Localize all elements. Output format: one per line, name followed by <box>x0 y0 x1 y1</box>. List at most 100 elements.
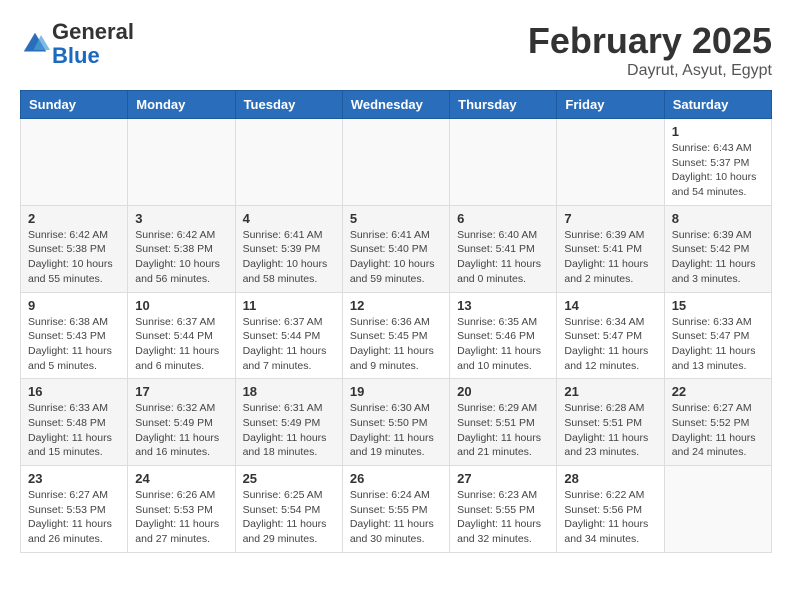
day-info: Sunrise: 6:29 AM Sunset: 5:51 PM Dayligh… <box>457 401 549 460</box>
day-info: Sunrise: 6:22 AM Sunset: 5:56 PM Dayligh… <box>564 488 656 547</box>
day-info: Sunrise: 6:26 AM Sunset: 5:53 PM Dayligh… <box>135 488 227 547</box>
calendar-week-row: 23Sunrise: 6:27 AM Sunset: 5:53 PM Dayli… <box>21 466 772 553</box>
day-number: 3 <box>135 211 227 226</box>
page-header: General Blue February 2025 Dayrut, Asyut… <box>20 20 772 80</box>
calendar-cell <box>450 119 557 206</box>
day-info: Sunrise: 6:32 AM Sunset: 5:49 PM Dayligh… <box>135 401 227 460</box>
calendar-cell: 26 Sunrise: 6:24 AM Sunset: 5:55 PM Dayli… <box>342 466 449 553</box>
day-number: 28 <box>564 471 656 486</box>
weekday-header: Monday <box>128 91 235 119</box>
day-info: Sunrise: 6:37 AM Sunset: 5:44 PM Dayligh… <box>135 315 227 374</box>
day-info: Sunrise: 6:28 AM Sunset: 5:51 PM Dayligh… <box>564 401 656 460</box>
calendar-cell: 15 Sunrise: 6:33 AM Sunset: 5:47 PM Dayli… <box>664 292 771 379</box>
day-number: 21 <box>564 384 656 399</box>
weekday-header-row: SundayMondayTuesdayWednesdayThursdayFrid… <box>21 91 772 119</box>
day-number: 26 <box>350 471 442 486</box>
weekday-header: Friday <box>557 91 664 119</box>
weekday-header: Tuesday <box>235 91 342 119</box>
calendar-week-row: 9 Sunrise: 6:38 AM Sunset: 5:43 PM Daylig… <box>21 292 772 379</box>
day-info: Sunrise: 6:36 AM Sunset: 5:45 PM Dayligh… <box>350 315 442 374</box>
calendar-cell <box>235 119 342 206</box>
day-number: 6 <box>457 211 549 226</box>
calendar-cell: 19 Sunrise: 6:30 AM Sunset: 5:50 PM Dayli… <box>342 379 449 466</box>
day-info: Sunrise: 6:37 AM Sunset: 5:44 PM Dayligh… <box>243 315 335 374</box>
calendar-cell <box>342 119 449 206</box>
calendar-cell: 21 Sunrise: 6:28 AM Sunset: 5:51 PM Dayli… <box>557 379 664 466</box>
calendar-cell <box>557 119 664 206</box>
day-info: Sunrise: 6:30 AM Sunset: 5:50 PM Dayligh… <box>350 401 442 460</box>
calendar-cell: 27 Sunrise: 6:23 AM Sunset: 5:55 PM Dayli… <box>450 466 557 553</box>
day-number: 24 <box>135 471 227 486</box>
logo-icon <box>20 29 50 59</box>
day-number: 4 <box>243 211 335 226</box>
day-info: Sunrise: 6:34 AM Sunset: 5:47 PM Dayligh… <box>564 315 656 374</box>
day-number: 23 <box>28 471 120 486</box>
calendar-cell: 8Sunrise: 6:39 AM Sunset: 5:42 PM Daylig… <box>664 205 771 292</box>
day-info: Sunrise: 6:42 AM Sunset: 5:38 PM Dayligh… <box>28 228 120 287</box>
day-info: Sunrise: 6:33 AM Sunset: 5:47 PM Dayligh… <box>672 315 764 374</box>
calendar-cell: 23Sunrise: 6:27 AM Sunset: 5:53 PM Dayli… <box>21 466 128 553</box>
day-number: 2 <box>28 211 120 226</box>
month-year: February 2025 <box>528 20 772 62</box>
day-info: Sunrise: 6:42 AM Sunset: 5:38 PM Dayligh… <box>135 228 227 287</box>
day-info: Sunrise: 6:23 AM Sunset: 5:55 PM Dayligh… <box>457 488 549 547</box>
location: Dayrut, Asyut, Egypt <box>528 62 772 80</box>
weekday-header: Sunday <box>21 91 128 119</box>
day-info: Sunrise: 6:25 AM Sunset: 5:54 PM Dayligh… <box>243 488 335 547</box>
calendar-cell: 12 Sunrise: 6:36 AM Sunset: 5:45 PM Dayli… <box>342 292 449 379</box>
calendar-cell: 24 Sunrise: 6:26 AM Sunset: 5:53 PM Dayli… <box>128 466 235 553</box>
weekday-header: Saturday <box>664 91 771 119</box>
day-number: 10 <box>135 298 227 313</box>
title-block: February 2025 Dayrut, Asyut, Egypt <box>528 20 772 80</box>
day-number: 12 <box>350 298 442 313</box>
calendar-cell: 18Sunrise: 6:31 AM Sunset: 5:49 PM Dayli… <box>235 379 342 466</box>
day-info: Sunrise: 6:35 AM Sunset: 5:46 PM Dayligh… <box>457 315 549 374</box>
day-number: 19 <box>350 384 442 399</box>
calendar-cell: 5 Sunrise: 6:41 AM Sunset: 5:40 PM Daylig… <box>342 205 449 292</box>
day-info: Sunrise: 6:24 AM Sunset: 5:55 PM Dayligh… <box>350 488 442 547</box>
day-info: Sunrise: 6:43 AM Sunset: 5:37 PM Dayligh… <box>672 141 764 200</box>
day-number: 16 <box>28 384 120 399</box>
day-number: 5 <box>350 211 442 226</box>
day-number: 25 <box>243 471 335 486</box>
calendar-week-row: 1Sunrise: 6:43 AM Sunset: 5:37 PM Daylig… <box>21 119 772 206</box>
calendar-cell: 9 Sunrise: 6:38 AM Sunset: 5:43 PM Daylig… <box>21 292 128 379</box>
day-number: 15 <box>672 298 764 313</box>
day-info: Sunrise: 6:39 AM Sunset: 5:41 PM Dayligh… <box>564 228 656 287</box>
calendar-cell <box>664 466 771 553</box>
logo: General Blue <box>20 20 134 68</box>
day-number: 20 <box>457 384 549 399</box>
day-info: Sunrise: 6:33 AM Sunset: 5:48 PM Dayligh… <box>28 401 120 460</box>
day-number: 9 <box>28 298 120 313</box>
calendar-cell <box>21 119 128 206</box>
day-info: Sunrise: 6:38 AM Sunset: 5:43 PM Dayligh… <box>28 315 120 374</box>
calendar-cell: 10 Sunrise: 6:37 AM Sunset: 5:44 PM Dayli… <box>128 292 235 379</box>
day-number: 17 <box>135 384 227 399</box>
calendar-cell <box>128 119 235 206</box>
calendar-cell: 28 Sunrise: 6:22 AM Sunset: 5:56 PM Dayli… <box>557 466 664 553</box>
calendar-table: SundayMondayTuesdayWednesdayThursdayFrid… <box>20 90 772 553</box>
day-number: 14 <box>564 298 656 313</box>
day-number: 11 <box>243 298 335 313</box>
day-number: 27 <box>457 471 549 486</box>
calendar-cell: 22 Sunrise: 6:27 AM Sunset: 5:52 PM Dayli… <box>664 379 771 466</box>
logo-text: General Blue <box>52 20 134 68</box>
day-info: Sunrise: 6:27 AM Sunset: 5:52 PM Dayligh… <box>672 401 764 460</box>
calendar-cell: 20 Sunrise: 6:29 AM Sunset: 5:51 PM Dayli… <box>450 379 557 466</box>
calendar-cell: 16 Sunrise: 6:33 AM Sunset: 5:48 PM Dayli… <box>21 379 128 466</box>
day-info: Sunrise: 6:41 AM Sunset: 5:39 PM Dayligh… <box>243 228 335 287</box>
calendar-cell: 25 Sunrise: 6:25 AM Sunset: 5:54 PM Dayli… <box>235 466 342 553</box>
day-number: 22 <box>672 384 764 399</box>
calendar-cell: 6 Sunrise: 6:40 AM Sunset: 5:41 PM Daylig… <box>450 205 557 292</box>
day-info: Sunrise: 6:40 AM Sunset: 5:41 PM Dayligh… <box>457 228 549 287</box>
calendar-week-row: 2 Sunrise: 6:42 AM Sunset: 5:38 PM Daylig… <box>21 205 772 292</box>
weekday-header: Thursday <box>450 91 557 119</box>
day-info: Sunrise: 6:41 AM Sunset: 5:40 PM Dayligh… <box>350 228 442 287</box>
calendar-cell: 11 Sunrise: 6:37 AM Sunset: 5:44 PM Dayli… <box>235 292 342 379</box>
calendar-cell: 3 Sunrise: 6:42 AM Sunset: 5:38 PM Daylig… <box>128 205 235 292</box>
calendar-cell: 2 Sunrise: 6:42 AM Sunset: 5:38 PM Daylig… <box>21 205 128 292</box>
weekday-header: Wednesday <box>342 91 449 119</box>
day-number: 7 <box>564 211 656 226</box>
day-number: 8 <box>672 211 764 226</box>
day-number: 18 <box>243 384 335 399</box>
